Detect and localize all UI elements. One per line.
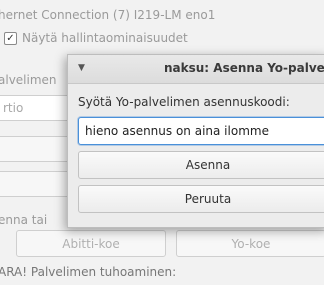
background-button-1[interactable] [0, 136, 72, 162]
background-select[interactable]: rtio [0, 95, 70, 121]
install-code-input[interactable] [78, 117, 324, 145]
triangle-down-icon[interactable]: ▼ [78, 63, 85, 73]
palvelimen-label-partial: alvelimen [0, 73, 57, 87]
install-yo-server-dialog: ▼ naksu: Asenna Yo-palvelin Syötä Yo-pal… [67, 54, 324, 228]
dialog-titlebar[interactable]: ▼ naksu: Asenna Yo-palvelin [68, 55, 324, 84]
cancel-button[interactable]: Peruuta [78, 185, 324, 213]
dialog-title: naksu: Asenna Yo-palvelin [164, 61, 324, 75]
abitti-exam-button[interactable]: Abitti-koe [16, 230, 166, 257]
install-button[interactable]: Asenna [78, 151, 324, 179]
install-or-label-partial: enna tai [0, 213, 48, 227]
yo-exam-button[interactable]: Yo-koe [176, 230, 324, 257]
show-admin-checkbox[interactable]: ✓ [4, 32, 17, 45]
destroy-server-warning: ARA! Palvelimen tuhoaminen: [0, 265, 177, 279]
connection-label: hernet Connection (7) I219-LM eno1 [0, 8, 216, 22]
install-code-prompt: Syötä Yo-palvelimen asennuskoodi: [78, 95, 290, 109]
background-button-2[interactable] [0, 171, 72, 197]
show-admin-label: Näytä hallintaominaisuudet [22, 31, 188, 45]
